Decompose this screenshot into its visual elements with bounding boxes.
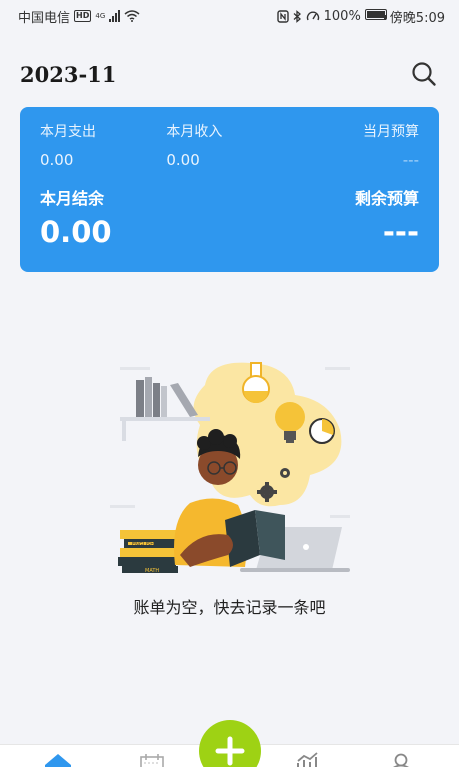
month-selector[interactable]: 2023-11 — [20, 62, 116, 87]
carrier-name: 中国电信 — [18, 10, 71, 26]
balance-value: 0.00 — [40, 215, 112, 249]
income-value: 0.00 — [166, 151, 200, 169]
wifi-icon — [124, 10, 140, 22]
balance-block: 本月结余 0.00 — [40, 185, 112, 249]
expense-block: 本月支出 0.00 — [40, 121, 166, 169]
battery-icon — [364, 8, 387, 24]
user-icon — [392, 753, 410, 767]
expense-value: 0.00 — [40, 151, 74, 169]
status-bar: 中国电信 HD 4G 100% 傍晚5:09 — [0, 0, 459, 32]
hd-badge: HD — [74, 10, 92, 22]
pie-chart-icon — [309, 418, 335, 444]
app-header: 2023-11 — [0, 50, 459, 98]
nav-chart[interactable] — [287, 751, 327, 767]
calendar-icon — [140, 754, 164, 767]
nav-profile[interactable] — [381, 751, 421, 767]
home-icon — [45, 754, 71, 767]
search-button[interactable] — [409, 59, 439, 89]
balance-label: 本月结余 — [40, 189, 105, 208]
chart-icon — [297, 752, 318, 767]
book-stack — [118, 530, 180, 573]
remaining-budget-label: 剩余预算 — [354, 189, 419, 208]
nav-home[interactable] — [38, 751, 78, 767]
signal-icon — [109, 10, 121, 22]
expense-label: 本月支出 — [40, 124, 96, 140]
network-type: 4G — [95, 12, 106, 20]
status-time: 傍晚5:09 — [389, 10, 445, 26]
income-label: 本月收入 — [166, 124, 223, 140]
remaining-budget-value: --- — [382, 215, 419, 249]
empty-state-illustration: ENGLISH MATH — [110, 362, 350, 574]
nfc-icon — [276, 9, 289, 23]
empty-state-message: 账单为空，快去记录一条吧 — [133, 598, 326, 617]
budget-value: --- — [402, 151, 419, 169]
remaining-budget-block: 剩余预算 --- — [355, 185, 419, 249]
book-label-english: ENGLISH — [132, 542, 154, 548]
book-label-math: MATH — [145, 568, 159, 574]
bluetooth-icon — [293, 9, 301, 23]
add-record-button[interactable] — [199, 720, 261, 767]
budget-block: 当月预算 --- — [293, 121, 419, 169]
person-head — [197, 429, 241, 485]
plus-icon — [215, 736, 245, 766]
income-block: 本月收入 0.00 — [166, 121, 292, 169]
monthly-summary-card[interactable]: 本月支出 0.00 本月收入 0.00 当月预算 --- 本月结余 0.00 剩… — [20, 107, 439, 272]
battery-percent: 100% — [323, 8, 361, 24]
budget-label: 当月预算 — [363, 124, 419, 140]
search-icon — [412, 62, 436, 86]
nav-calendar[interactable] — [132, 751, 172, 767]
speedometer-icon — [306, 11, 319, 21]
